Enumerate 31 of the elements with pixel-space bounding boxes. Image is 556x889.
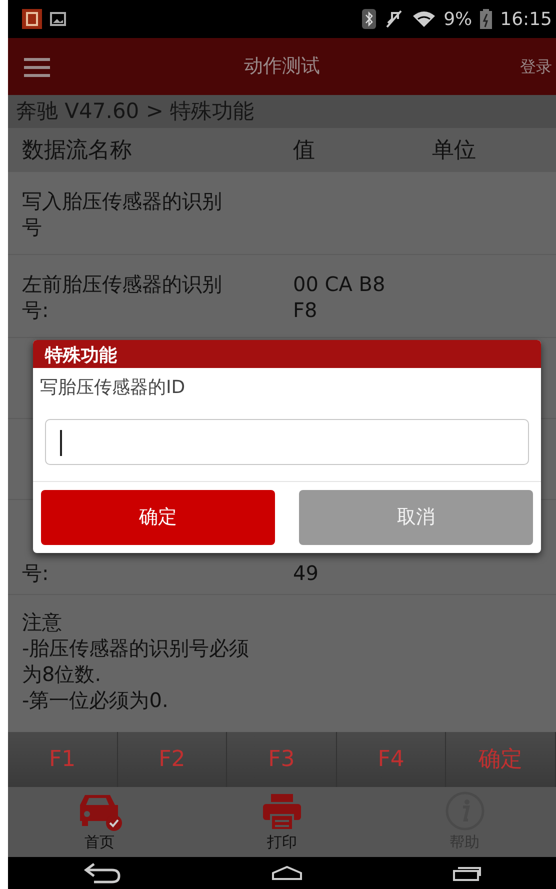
column-header: 值 <box>293 138 315 162</box>
table-cell: 49 <box>293 561 318 585</box>
dialog-prompt: 写胎压传感器的ID <box>39 376 186 400</box>
back-icon[interactable] <box>82 862 122 884</box>
image-icon <box>50 12 66 26</box>
breadcrumb-text: 奔驰 V47.60 > 特殊功能 <box>16 98 254 125</box>
wifi-icon <box>412 10 436 28</box>
column-header: 单位 <box>432 138 476 162</box>
battery-icon <box>480 9 492 29</box>
home-icon[interactable] <box>270 865 303 881</box>
confirm-button[interactable]: 确定 <box>41 490 275 545</box>
recent-apps-icon[interactable] <box>452 864 482 882</box>
muted-icon <box>384 9 404 29</box>
app-icon <box>22 9 42 29</box>
column-header: 数据流名称 <box>22 136 133 164</box>
nav-tab[interactable]: 打印 <box>190 787 374 857</box>
screen-title: 动作测试 <box>244 54 320 80</box>
clock: 16:15 <box>500 8 552 32</box>
login-button[interactable]: 登录 <box>520 54 552 78</box>
nav-tab[interactable]: 首页 <box>8 787 191 857</box>
cancel-button[interactable]: 取消 <box>299 490 533 545</box>
table-cell: 00 CA B8 F8 <box>293 272 386 322</box>
dialog-title: 特殊功能 <box>33 340 541 368</box>
bluetooth-icon <box>362 9 376 29</box>
table-cell-text: 写入胎压传感器的识别号 <box>22 188 223 240</box>
table-cell-text: 左前胎压传感器的识别号: <box>22 271 223 323</box>
battery-percent: 9% <box>444 8 472 32</box>
note-text: 注意 -胎压传感器的识别号必须为8位数. -第一位必须为0. <box>22 609 250 713</box>
printer-icon <box>262 792 302 830</box>
table-cell-text: 号: <box>22 560 50 586</box>
input-field[interactable] <box>45 419 529 465</box>
